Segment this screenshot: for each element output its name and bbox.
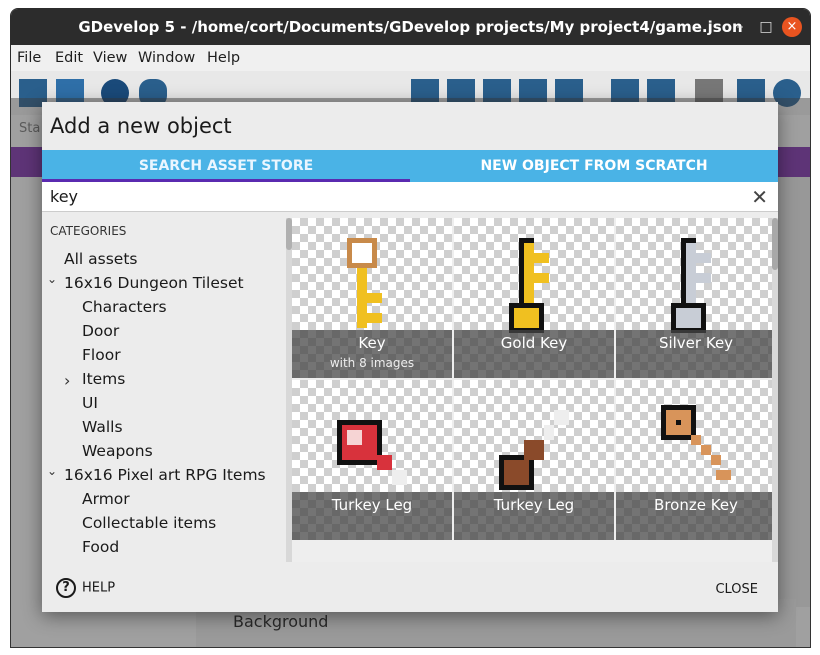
menu-file[interactable]: File: [17, 50, 41, 66]
asset-name: Silver Key: [658, 334, 734, 352]
asset-card[interactable]: Turkey Leg: [292, 380, 452, 540]
assets-scroll-thumb[interactable]: [772, 218, 778, 270]
category-item[interactable]: Walls: [82, 418, 123, 436]
minimize-icon[interactable]: –: [730, 17, 750, 37]
dialog-footer: ? HELP CLOSE: [42, 572, 778, 612]
category-item[interactable]: 16x16 Dungeon Tileset: [64, 274, 244, 292]
dialog-tabs: SEARCH ASSET STORE NEW OBJECT FROM SCRAT…: [42, 150, 778, 182]
add-object-dialog: Add a new object SEARCH ASSET STORE NEW …: [42, 102, 778, 612]
search-bar: key ✕: [42, 182, 778, 212]
category-item[interactable]: Door: [82, 322, 119, 340]
asset-card[interactable]: Bronze Key: [616, 380, 772, 540]
asset-name: Gold Key: [500, 334, 568, 352]
clear-search-icon[interactable]: ✕: [751, 185, 768, 209]
category-item[interactable]: Food: [82, 538, 119, 556]
asset-name: Turkey Leg: [331, 496, 413, 514]
asset-name: Turkey Leg: [493, 496, 575, 514]
meat-icon: [337, 420, 407, 485]
asset-card[interactable]: Key with 8 images: [292, 218, 452, 378]
tab-new-object-from-scratch[interactable]: NEW OBJECT FROM SCRATCH: [410, 150, 778, 182]
chevron-down-icon[interactable]: ⌄: [47, 272, 57, 286]
category-item[interactable]: Items: [82, 370, 125, 388]
search-input[interactable]: key: [50, 187, 78, 206]
asset-card[interactable]: Turkey Leg: [454, 380, 614, 540]
help-icon: ?: [56, 578, 76, 598]
category-item[interactable]: All assets: [64, 250, 137, 268]
gold-key-icon: [509, 238, 549, 333]
close-button[interactable]: CLOSE: [715, 582, 758, 597]
asset-name: Bronze Key: [654, 496, 738, 514]
asset-subtitle: with 8 images: [329, 356, 415, 370]
menu-edit[interactable]: Edit: [55, 50, 83, 66]
asset-grid: Key with 8 images Gold Key Silver Key Tu…: [292, 218, 772, 562]
close-icon[interactable]: ×: [782, 17, 802, 37]
help-button[interactable]: ? HELP: [56, 578, 115, 598]
category-item[interactable]: 16x16 Pixel art RPG Items: [64, 466, 266, 484]
asset-name: Key: [358, 334, 386, 352]
chevron-down-icon[interactable]: ⌄: [47, 464, 57, 478]
dialog-title: Add a new object: [50, 114, 232, 138]
title-bar: GDevelop 5 - /home/cort/Documents/GDevel…: [11, 9, 810, 45]
categories-panel: CATEGORIES All assets 16x16 Dungeon Tiles…: [42, 218, 288, 562]
key-icon: [347, 238, 382, 328]
menu-window[interactable]: Window: [138, 50, 195, 66]
asset-card[interactable]: Silver Key: [616, 218, 772, 378]
category-item[interactable]: Weapons: [82, 442, 153, 460]
category-item[interactable]: Armor: [82, 490, 130, 508]
tab-search-asset-store[interactable]: SEARCH ASSET STORE: [42, 150, 410, 182]
category-item[interactable]: Characters: [82, 298, 167, 316]
categories-heading: CATEGORIES: [50, 224, 127, 238]
window-title: GDevelop 5 - /home/cort/Documents/GDevel…: [78, 18, 743, 36]
asset-card[interactable]: Gold Key: [454, 218, 614, 378]
silver-key-icon: [671, 238, 711, 333]
category-item[interactable]: Floor: [82, 346, 121, 364]
category-item[interactable]: UI: [82, 394, 98, 412]
menu-bar: File Edit View Window Help: [11, 45, 810, 71]
category-item[interactable]: Collectable items: [82, 514, 216, 532]
bronze-key-icon: [661, 405, 731, 480]
help-label: HELP: [82, 580, 116, 596]
turkey-leg-icon: [499, 410, 569, 490]
menu-view[interactable]: View: [93, 50, 127, 66]
menu-help[interactable]: Help: [207, 50, 240, 66]
maximize-icon[interactable]: □: [756, 17, 776, 37]
chevron-right-icon[interactable]: ›: [64, 371, 70, 390]
